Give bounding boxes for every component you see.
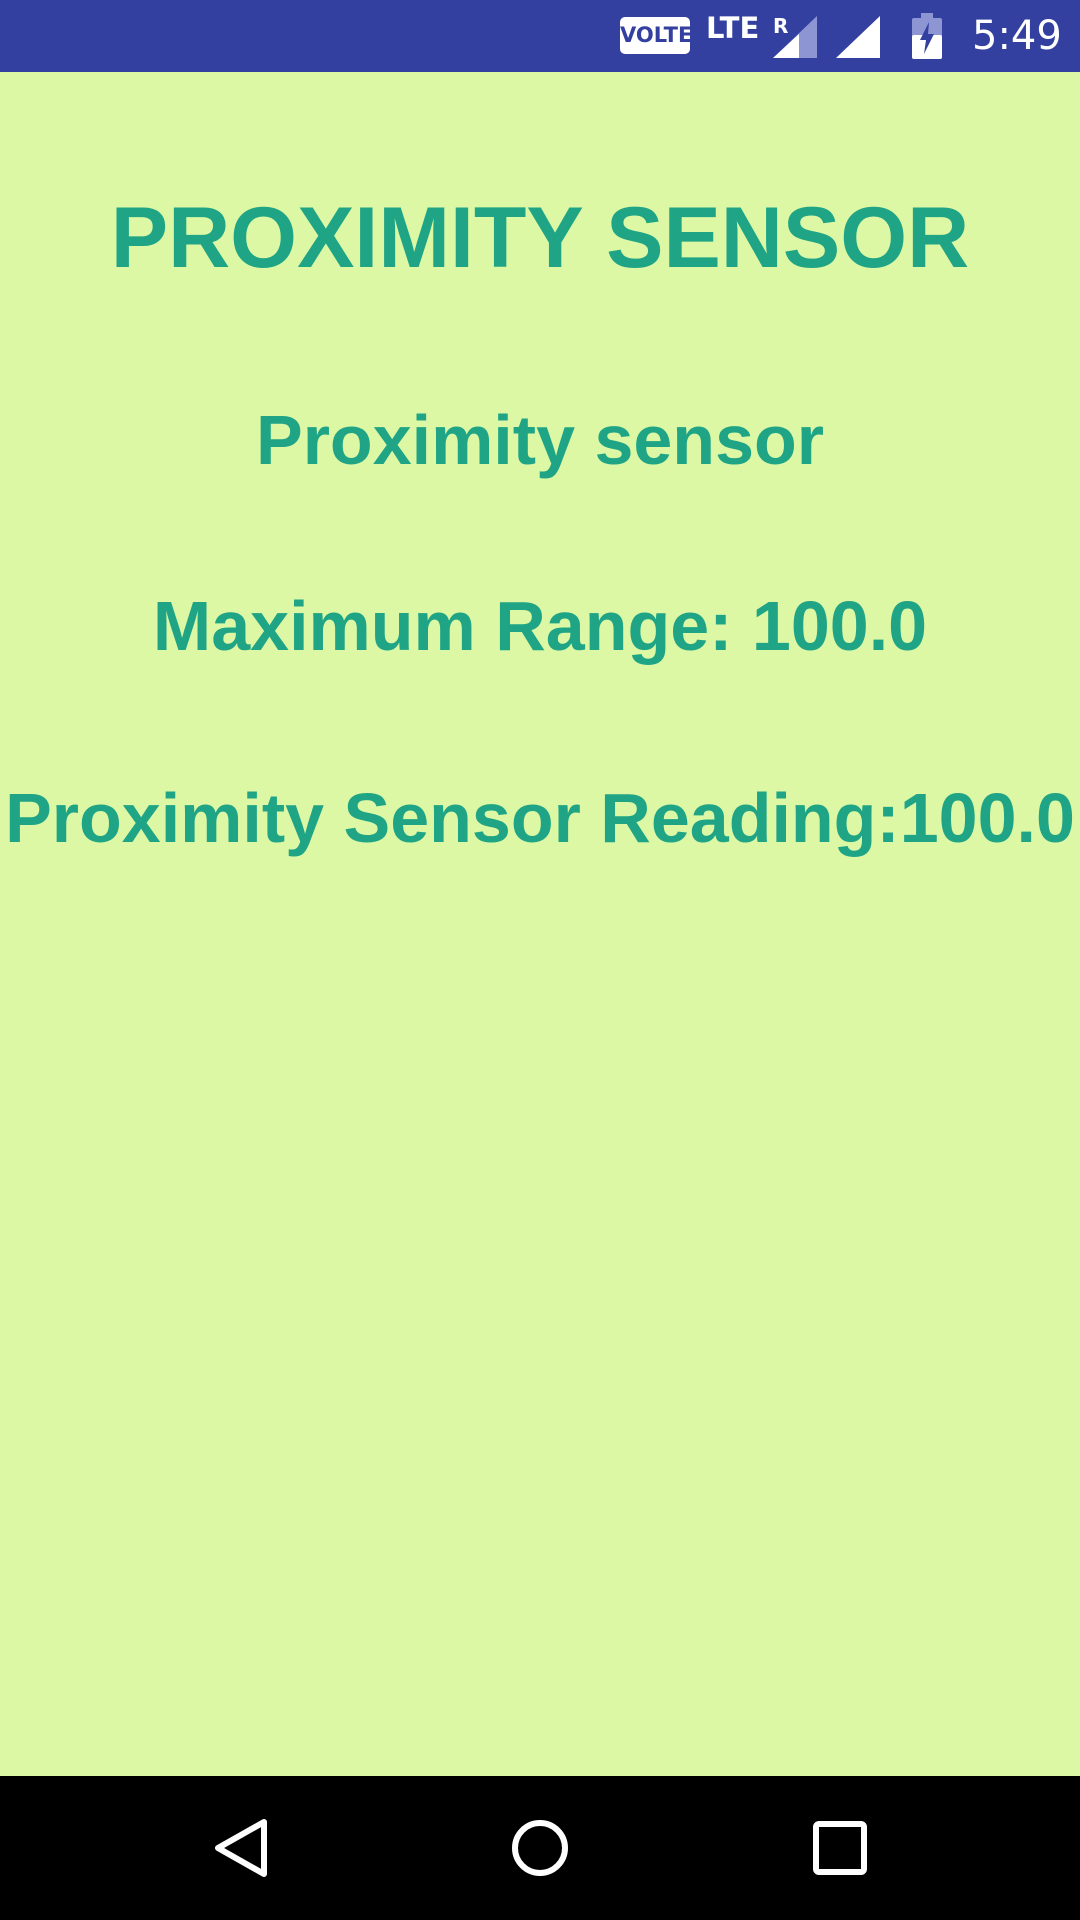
signal-icon xyxy=(836,16,880,58)
back-icon[interactable] xyxy=(198,1806,282,1890)
volte-badge: VOLTE xyxy=(620,17,692,54)
navigation-bar xyxy=(0,1776,1080,1920)
sensor-reading-label: Proximity Sensor Reading:100.0 xyxy=(5,779,1075,857)
maximum-range-label: Maximum Range: 100.0 xyxy=(152,587,928,665)
home-icon[interactable] xyxy=(498,1806,582,1890)
signal-roaming-icon xyxy=(773,16,817,58)
page-title: PROXIMITY SENSOR xyxy=(110,190,970,286)
sensor-content: PROXIMITY SENSOR Proximity sensor Maximu… xyxy=(0,72,1080,1776)
status-bar: VOLTE LTE R 5:49 xyxy=(0,0,1080,72)
network-type-label: LTE xyxy=(706,11,760,45)
sensor-name-label: Proximity sensor xyxy=(256,401,824,479)
battery-charging-icon xyxy=(912,13,942,59)
recents-icon[interactable] xyxy=(798,1806,882,1890)
app-screen: VOLTE LTE R 5:49 PROXIMITY SENSOR Proxim… xyxy=(0,0,1080,1920)
status-clock: 5:49 xyxy=(972,13,1062,59)
